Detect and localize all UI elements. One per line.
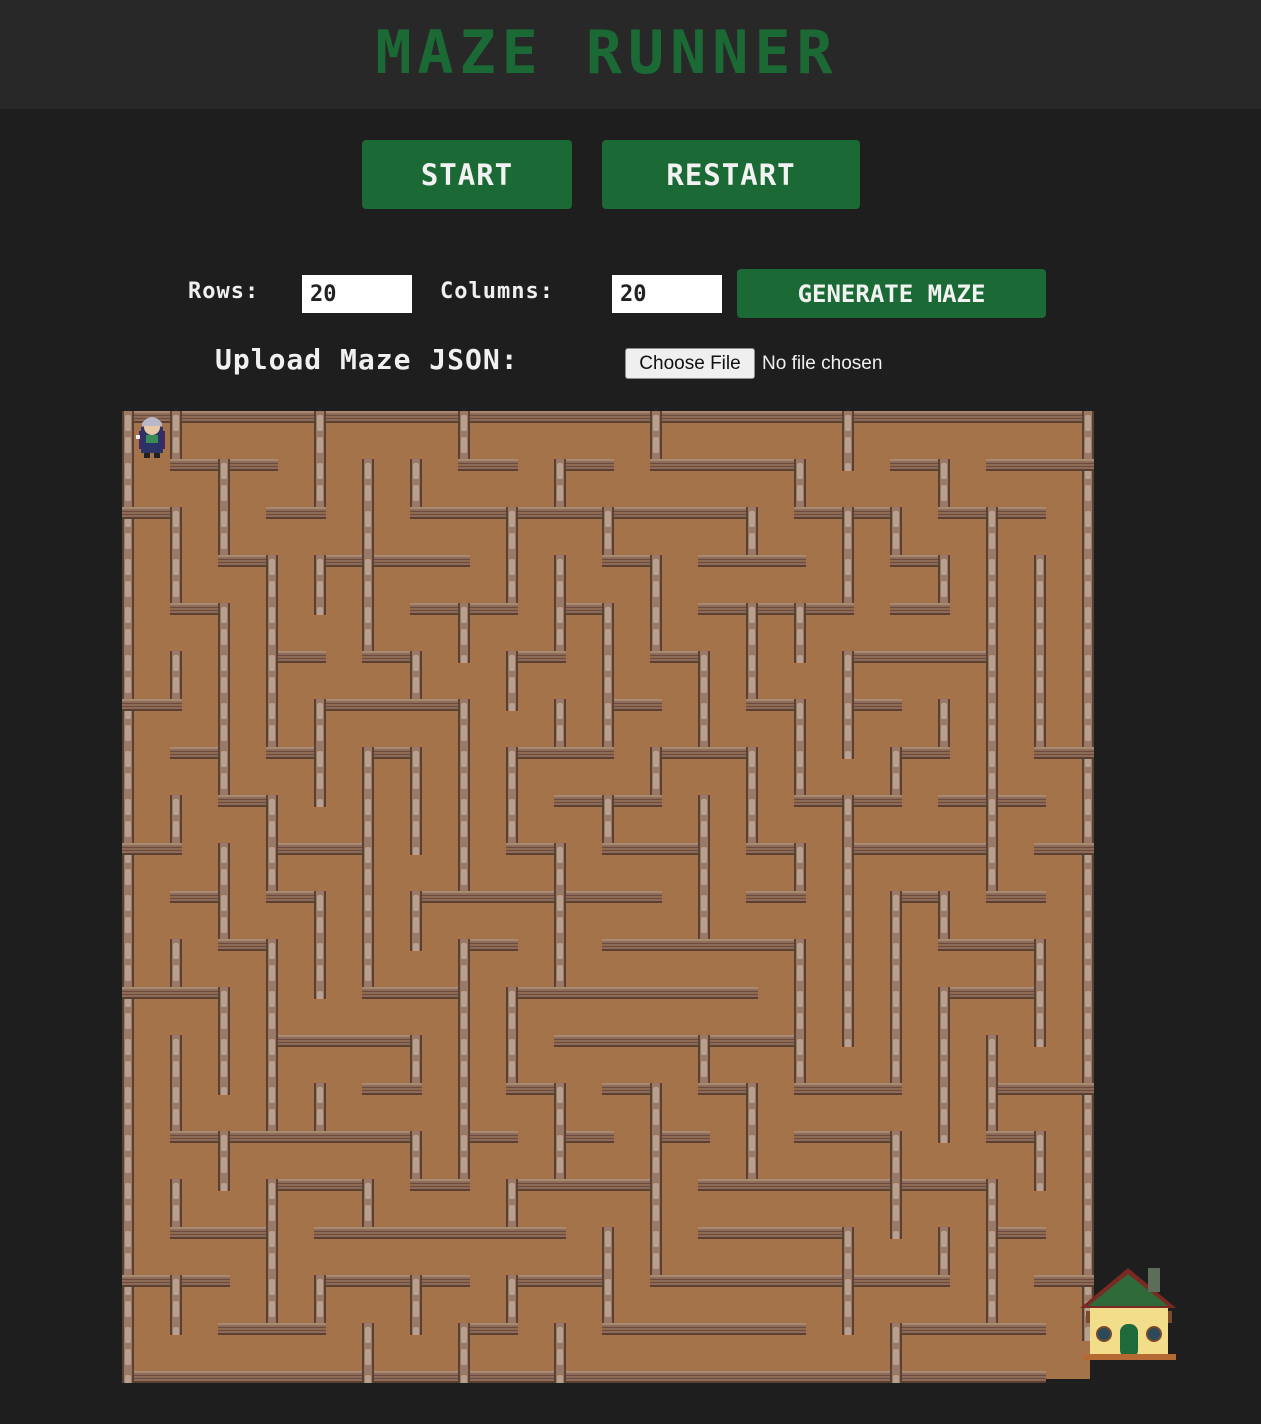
maze-wall-vertical (842, 411, 854, 471)
maze-wall-vertical (170, 1275, 182, 1335)
maze-wall-vertical (314, 939, 326, 999)
maze-wall-horizontal (506, 1227, 566, 1239)
maze-wall-vertical (506, 651, 518, 711)
maze-wall-horizontal (842, 1083, 902, 1095)
maze-wall-vertical (314, 555, 326, 615)
maze-walls (122, 411, 1094, 1383)
maze-wall-horizontal (1034, 843, 1094, 855)
file-status-text: No file chosen (762, 353, 883, 374)
header-bar: MAZE RUNNER (0, 0, 1261, 109)
maze-wall-horizontal (746, 555, 806, 567)
maze-wall-vertical (794, 603, 806, 663)
maze-wall-vertical (218, 1035, 230, 1095)
maze-wall-vertical (218, 1131, 230, 1191)
maze-wall-vertical (842, 1275, 854, 1335)
maze-border-right (1082, 411, 1094, 1341)
maze-wall-horizontal (362, 1083, 422, 1095)
maze-wall-vertical (554, 1323, 566, 1383)
maze-wall-horizontal (602, 891, 662, 903)
maze-wall-vertical (362, 1323, 374, 1383)
maze-wall-horizontal (986, 891, 1046, 903)
maze-wall-horizontal (1034, 1083, 1094, 1095)
maze-wall-vertical (890, 1323, 902, 1383)
maze-wall-horizontal (986, 1323, 1046, 1335)
maze-wall-vertical (1034, 1131, 1046, 1191)
maze-wall-horizontal (890, 603, 950, 615)
rows-input[interactable] (302, 275, 412, 313)
upload-maze-label: Upload Maze JSON: (215, 343, 519, 376)
rows-label: Rows: (188, 279, 260, 304)
maze-wall-horizontal (1034, 747, 1094, 759)
maze-wall-vertical (890, 1179, 902, 1239)
maze-wall-horizontal (746, 1323, 806, 1335)
generate-maze-button[interactable]: GENERATE MAZE (737, 269, 1046, 318)
maze-wall-horizontal (890, 1275, 950, 1287)
maze-wall-vertical (458, 603, 470, 663)
choose-file-button[interactable]: Choose File (625, 348, 755, 379)
maze-board (122, 411, 1176, 1383)
maze-wall-horizontal (1034, 459, 1094, 471)
maze-wall-vertical (410, 795, 422, 855)
page-title: MAZE RUNNER (375, 18, 839, 88)
maze-border-bottom (122, 1371, 1046, 1383)
cottage-goal-icon (1080, 1268, 1176, 1360)
maze-wall-horizontal (266, 507, 326, 519)
maze-wall-horizontal (1034, 1275, 1094, 1287)
maze-wall-horizontal (458, 459, 518, 471)
maze-wall-vertical (842, 699, 854, 759)
columns-input[interactable] (612, 275, 722, 313)
maze-border-top (122, 411, 1094, 423)
maze-wall-horizontal (698, 987, 758, 999)
maze-wall-vertical (938, 1083, 950, 1143)
maze-border-left (122, 411, 134, 1383)
maze-wall-vertical (410, 1275, 422, 1335)
maze-wall-vertical (842, 987, 854, 1047)
maze-wall-horizontal (122, 843, 182, 855)
maze-wall-vertical (410, 891, 422, 951)
maze-wall-horizontal (122, 699, 182, 711)
maze-wall-vertical (458, 1323, 470, 1383)
maze-wall-horizontal (410, 555, 470, 567)
maze-wall-horizontal (266, 1323, 326, 1335)
start-button[interactable]: START (362, 140, 572, 209)
restart-button[interactable]: RESTART (602, 140, 860, 209)
maze-wall-vertical (314, 747, 326, 807)
maze-wall-horizontal (746, 891, 806, 903)
maze-wall-horizontal (410, 1179, 470, 1191)
maze-wall-vertical (1034, 987, 1046, 1047)
maze-wall-horizontal (554, 747, 614, 759)
columns-label: Columns: (440, 279, 554, 304)
